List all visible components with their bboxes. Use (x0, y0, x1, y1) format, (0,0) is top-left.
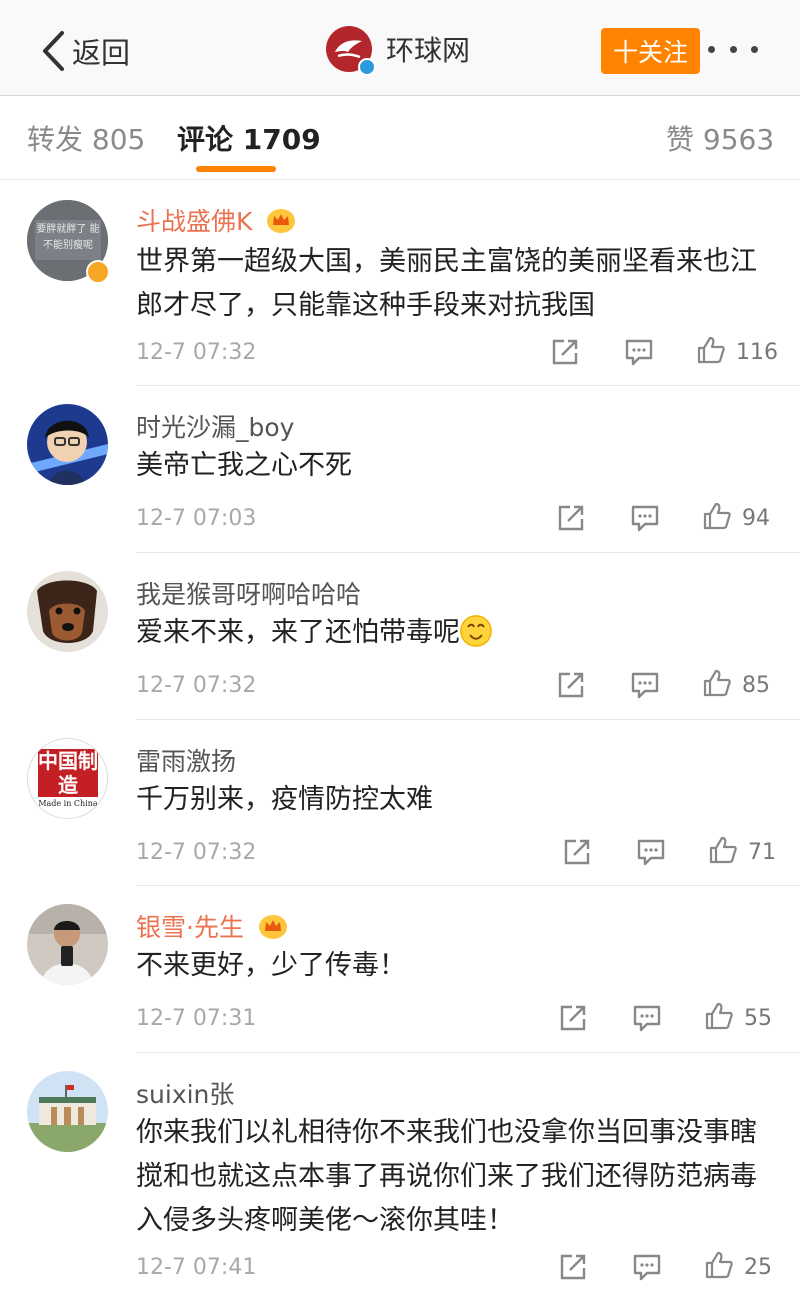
comment-username[interactable]: 雷雨激扬 (136, 742, 236, 778)
like-thumb-icon[interactable] (702, 668, 732, 698)
avatar-image (27, 404, 108, 485)
content-tabs: 转发 805 评论 1709 赞 9563 (0, 96, 800, 180)
comment-timestamp: 12-7 07:31 (136, 1006, 257, 1031)
avatar[interactable] (27, 904, 108, 985)
reply-icon[interactable] (624, 337, 654, 367)
active-tab-indicator (196, 166, 276, 172)
avatar-image (27, 571, 108, 652)
comment-username[interactable]: 银雪·先生 (136, 908, 288, 944)
account-avatar (326, 26, 376, 76)
username-text: 银雪·先生 (136, 913, 244, 942)
comment-text: 世界第一超级大国，美丽民主富饶的美丽坚看来也江郎才尽了，只能靠这种手段来对抗我国 (136, 246, 757, 321)
back-button[interactable]: 返回 (40, 26, 130, 76)
comment-text: 美帝亡我之心不死 (136, 450, 352, 481)
account-name: 环球网 (386, 34, 471, 67)
username-text: 斗战盛佛K (136, 207, 253, 236)
account-header[interactable]: 环球网 (326, 26, 471, 76)
comment-username[interactable]: 我是猴哥呀啊哈哈哈 (136, 575, 361, 611)
top-nav-bar: 返回 环球网 十关注 (0, 0, 800, 96)
comment-timestamp: 12-7 07:41 (136, 1255, 257, 1280)
more-options-icon[interactable] (708, 34, 758, 64)
comment-text: 你来我们以礼相待你不来我们也没拿你当回事没事瞎搅和也就这点本事了再说你们来了我们… (136, 1117, 757, 1236)
comment-item: 我是猴哥呀啊哈哈哈 爱来不来，来了还怕带毒呢 12-7 07:32 85 (0, 553, 800, 720)
emoji-icon (460, 615, 492, 647)
comment-timestamp: 12-7 07:32 (136, 673, 257, 698)
avatar[interactable]: 中国制造 Made in China (27, 738, 108, 819)
verified-badge-icon (358, 58, 376, 76)
vip-crown-icon (258, 915, 287, 939)
avatar-caption: 要胖就胖了 能不能别瘦呢 (36, 224, 100, 251)
comment-text: 爱来不来，来了还怕带毒呢 (136, 611, 781, 655)
like-count: 116 (736, 340, 778, 365)
like-thumb-icon[interactable] (696, 335, 726, 365)
comment-username[interactable]: suixin张 (136, 1075, 234, 1111)
avatar[interactable] (27, 1071, 108, 1152)
comment-text: 千万别来，疫情防控太难 (136, 784, 433, 815)
reply-icon[interactable] (630, 670, 660, 700)
avatar-stamp-text: 中国制造 (38, 749, 98, 797)
vip-crown-icon (267, 209, 296, 233)
comment-timestamp: 12-7 07:32 (136, 840, 257, 865)
comment-item: 中国制造 Made in China 雷雨激扬 千万别来，疫情防控太难 12-7… (0, 720, 800, 886)
avatar-image (27, 904, 108, 985)
tab-reposts[interactable]: 转发 805 (27, 118, 145, 158)
reply-icon[interactable] (636, 837, 666, 867)
repost-icon[interactable] (556, 503, 586, 533)
repost-icon[interactable] (558, 1252, 588, 1282)
tab-comments[interactable]: 评论 1709 (177, 118, 321, 158)
avatar-image (27, 1071, 108, 1152)
like-count: 71 (748, 840, 776, 865)
comment-username[interactable]: 时光沙漏_boy (136, 408, 294, 444)
comment-item: 要胖就胖了 能不能别瘦呢 斗战盛佛K 世界第一超级大国，美丽民主富饶的美丽坚看来… (0, 180, 800, 386)
comment-item: 银雪·先生 不来更好，少了传毒！ 12-7 07:31 55 (0, 886, 800, 1053)
verified-badge-icon (86, 260, 110, 284)
like-count: 94 (742, 506, 770, 531)
like-count: 55 (744, 1006, 772, 1031)
comment-text-content: 爱来不来，来了还怕带毒呢 (136, 617, 460, 648)
like-count: 25 (744, 1255, 772, 1280)
like-thumb-icon[interactable] (708, 835, 738, 865)
avatar[interactable] (27, 571, 108, 652)
repost-icon[interactable] (550, 337, 580, 367)
avatar[interactable] (27, 404, 108, 485)
repost-icon[interactable] (562, 837, 592, 867)
like-count: 85 (742, 673, 770, 698)
like-thumb-icon[interactable] (702, 501, 732, 531)
reply-icon[interactable] (632, 1252, 662, 1282)
avatar-stamp-subtext: Made in China (38, 799, 98, 808)
back-label: 返回 (72, 36, 131, 70)
comment-timestamp: 12-7 07:03 (136, 506, 257, 531)
comment-text: 不来更好，少了传毒！ (136, 950, 406, 981)
tab-likes[interactable]: 赞 9563 (666, 118, 774, 158)
like-thumb-icon[interactable] (704, 1001, 734, 1031)
comment-timestamp: 12-7 07:32 (136, 340, 257, 365)
chevron-left-icon (43, 31, 64, 71)
comment-item: 时光沙漏_boy 美帝亡我之心不死 12-7 07:03 94 (0, 386, 800, 553)
comment-item: suixin张 你来我们以礼相待你不来我们也没拿你当回事没事瞎搅和也就这点本事了… (0, 1053, 800, 1303)
reply-icon[interactable] (630, 503, 660, 533)
reply-icon[interactable] (632, 1003, 662, 1033)
follow-button[interactable]: 十关注 (601, 28, 700, 74)
repost-icon[interactable] (558, 1003, 588, 1033)
comment-username[interactable]: 斗战盛佛K (136, 202, 296, 238)
repost-icon[interactable] (556, 670, 586, 700)
like-thumb-icon[interactable] (704, 1250, 734, 1280)
